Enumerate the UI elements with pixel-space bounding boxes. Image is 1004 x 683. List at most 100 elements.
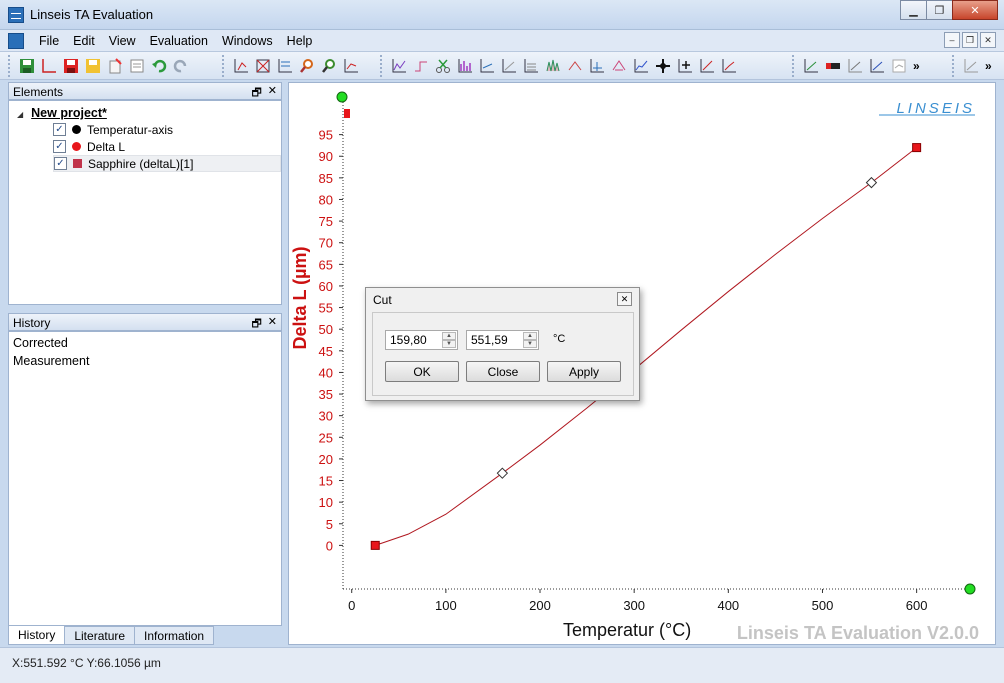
from-input[interactable]	[386, 331, 441, 349]
minimize-button[interactable]: ▁	[900, 0, 927, 20]
y-tick-label: 5	[326, 517, 333, 532]
from-stepper[interactable]: ▲▼	[385, 330, 458, 350]
menu-windows[interactable]: Windows	[215, 33, 280, 49]
save-all-icon[interactable]	[82, 56, 104, 76]
chart-grid-icon[interactable]	[230, 56, 252, 76]
delete-icon[interactable]	[104, 56, 126, 76]
close-button[interactable]: Close	[466, 361, 540, 382]
ok-button[interactable]: OK	[385, 361, 459, 382]
y-tick-label: 30	[319, 409, 333, 424]
tree-root[interactable]: ◢ New project*	[17, 106, 107, 120]
peak-icon[interactable]	[388, 56, 410, 76]
tab-information[interactable]: Information	[134, 626, 215, 645]
baseline-icon[interactable]	[476, 56, 498, 76]
redo-icon[interactable]	[170, 56, 192, 76]
to-input[interactable]	[467, 331, 522, 349]
trend-icon[interactable]	[696, 56, 718, 76]
add-point-icon[interactable]	[674, 56, 696, 76]
undo-icon[interactable]	[148, 56, 170, 76]
panel-tabs: History Literature Information	[8, 626, 215, 646]
spin-down-icon[interactable]: ▼	[442, 340, 456, 348]
spin-up-icon[interactable]: ▲	[442, 332, 456, 340]
y-tick-label: 70	[319, 236, 333, 251]
close-button[interactable]: ✕	[952, 0, 998, 20]
spin-down-icon[interactable]: ▼	[523, 340, 537, 348]
dialog-close-icon[interactable]: ✕	[617, 292, 632, 306]
tree-item-delta-l[interactable]: ✓ Delta L	[53, 138, 281, 155]
save-icon[interactable]	[16, 56, 38, 76]
tree-item-label: Sapphire (deltaL)[1]	[88, 156, 194, 171]
document-icon[interactable]	[126, 56, 148, 76]
unit-label: °C	[553, 333, 566, 345]
spectrum-icon[interactable]	[454, 56, 476, 76]
menu-edit[interactable]: Edit	[66, 33, 102, 49]
y-tick-label: 45	[319, 344, 333, 359]
y-tick-label: 20	[319, 452, 333, 467]
calibration-icon[interactable]	[800, 56, 822, 76]
menu-file[interactable]: File	[32, 33, 66, 49]
y-tick-label: 25	[319, 430, 333, 445]
toolbar-overflow-icon-2[interactable]: »	[982, 59, 995, 73]
series-color-marker	[344, 109, 350, 118]
history-item[interactable]: Measurement	[13, 354, 89, 368]
grid-chart-icon[interactable]	[844, 56, 866, 76]
crosshair-icon[interactable]	[652, 56, 674, 76]
zoom-reset-icon[interactable]	[318, 56, 340, 76]
onset-icon[interactable]	[586, 56, 608, 76]
tab-literature[interactable]: Literature	[64, 626, 136, 645]
mdi-close-button[interactable]: ✕	[980, 32, 996, 48]
x-tick-label: 400	[717, 598, 739, 613]
cut-marker	[496, 467, 509, 479]
spin-up-icon[interactable]: ▲	[523, 332, 537, 340]
chart-lines-icon[interactable]	[274, 56, 296, 76]
y-tick-label: 10	[319, 495, 333, 510]
x-tick-label: 100	[435, 598, 457, 613]
to-stepper[interactable]: ▲▼	[466, 330, 539, 350]
color-scale-icon[interactable]	[822, 56, 844, 76]
menu-help[interactable]: Help	[280, 33, 320, 49]
derivative-icon[interactable]	[630, 56, 652, 76]
tree-item-sapphire[interactable]: ✓ Sapphire (deltaL)[1]	[53, 155, 281, 172]
glass-transition-icon[interactable]	[608, 56, 630, 76]
menu-view[interactable]: View	[102, 33, 143, 49]
apply-button[interactable]: Apply	[547, 361, 621, 382]
window-controls: ▁ ❐ ✕	[900, 0, 998, 20]
app-icon	[8, 7, 24, 23]
project-name: New project*	[31, 106, 107, 120]
line-chart-icon[interactable]	[866, 56, 888, 76]
multi-peak-icon[interactable]	[542, 56, 564, 76]
checkbox[interactable]: ✓	[53, 123, 66, 136]
table-icon[interactable]	[520, 56, 542, 76]
x-tick-label: 300	[623, 598, 645, 613]
history-panel-title: History	[13, 316, 51, 330]
checkbox[interactable]: ✓	[54, 157, 67, 170]
cut-marker	[865, 176, 878, 189]
collapse-arrow-icon[interactable]: ◢	[17, 110, 23, 119]
zoom-handle-bottom	[964, 583, 976, 595]
chart-axis-icon[interactable]	[38, 56, 60, 76]
tangent-icon[interactable]	[564, 56, 586, 76]
y-tick-label: 60	[319, 279, 333, 294]
y-tick-label: 85	[319, 171, 333, 186]
trend-alt-icon[interactable]	[718, 56, 740, 76]
chart-cross-icon[interactable]	[252, 56, 274, 76]
save-red-icon[interactable]	[60, 56, 82, 76]
slope-icon[interactable]	[498, 56, 520, 76]
toolbar-overflow-icon[interactable]: »	[910, 59, 923, 73]
checkbox[interactable]: ✓	[53, 140, 66, 153]
document-icon[interactable]	[8, 33, 24, 49]
chart-fit-icon[interactable]	[340, 56, 362, 76]
menu-evaluation[interactable]: Evaluation	[143, 33, 215, 49]
cut-icon[interactable]	[432, 56, 454, 76]
tree-item-temperatur-axis[interactable]: ✓ Temperatur-axis	[53, 121, 281, 138]
endpoint-marker	[370, 540, 380, 550]
mdi-minimize-button[interactable]: –	[944, 32, 960, 48]
maximize-button[interactable]: ❐	[926, 0, 953, 20]
tab-history[interactable]: History	[8, 626, 66, 645]
history-item[interactable]: Corrected	[13, 336, 68, 350]
report-icon[interactable]	[888, 56, 910, 76]
zoom-icon[interactable]	[296, 56, 318, 76]
mdi-restore-button[interactable]: ❐	[962, 32, 978, 48]
step-icon[interactable]	[410, 56, 432, 76]
extra-chart-icon[interactable]	[960, 56, 982, 76]
